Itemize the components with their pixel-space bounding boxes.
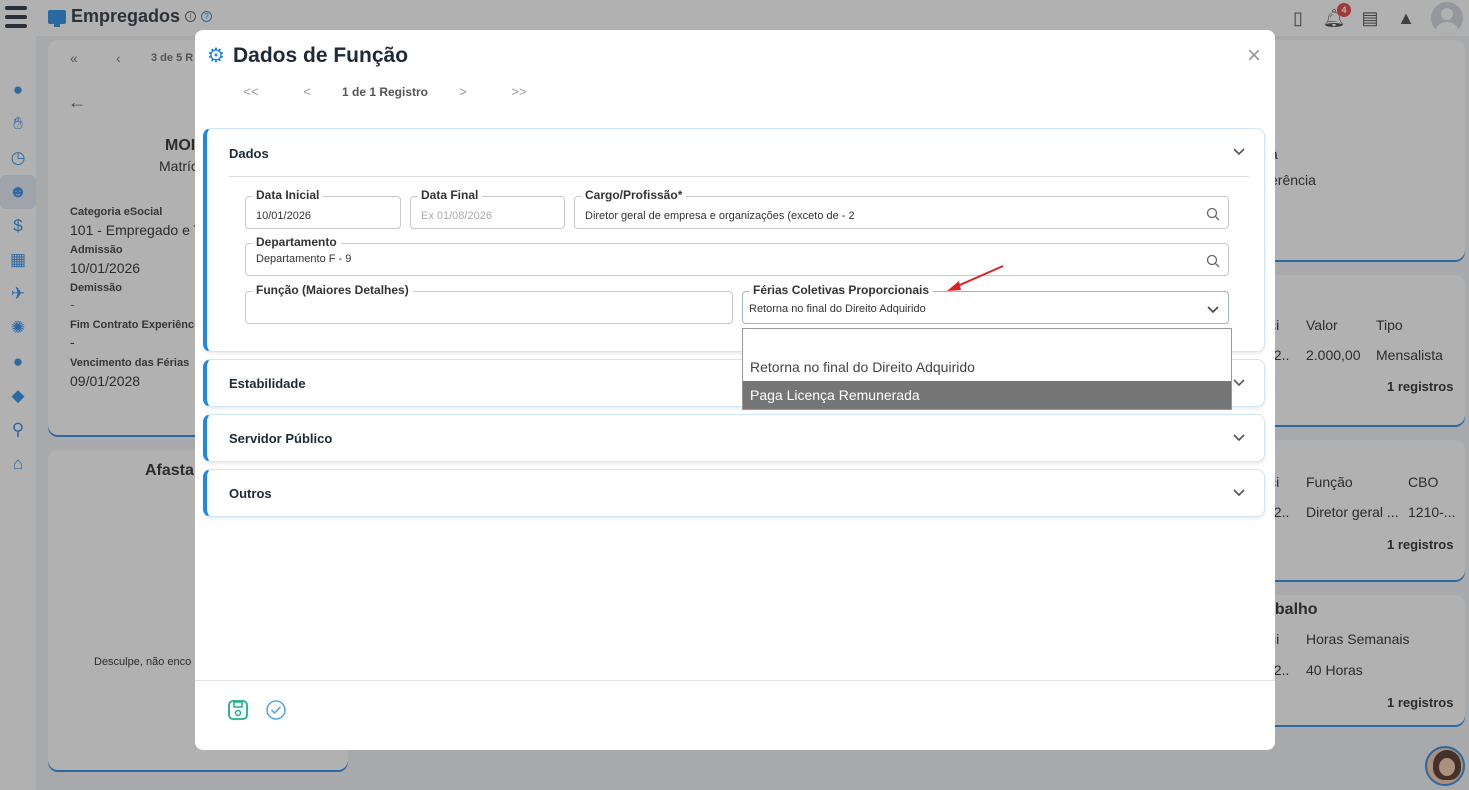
modal-header: ⚙ Dados de Função xyxy=(207,44,408,68)
data-final-label: Data Final xyxy=(417,188,483,202)
chevron-down-icon[interactable] xyxy=(1232,430,1246,444)
ferias-coletivas-select[interactable]: Férias Coletivas Proporcionais Retorna n… xyxy=(742,283,1229,324)
chevron-down-icon[interactable] xyxy=(1232,375,1246,389)
section-outros-title: Outros xyxy=(229,486,272,501)
funcao-detalhes-label: Função (Maiores Detalhes) xyxy=(252,283,413,297)
data-inicial-label: Data Inicial xyxy=(252,188,324,202)
footer-divider xyxy=(195,680,1275,681)
funcao-detalhes-field[interactable]: Função (Maiores Detalhes) xyxy=(245,283,733,324)
modal-title: Dados de Função xyxy=(233,44,409,67)
search-icon[interactable] xyxy=(1206,207,1220,221)
chevron-up-icon[interactable] xyxy=(1232,144,1246,158)
departamento-field[interactable]: Departamento Departamento F - 9 xyxy=(245,235,1229,276)
cargo-field[interactable]: Cargo/Profissão* Diretor geral de empres… xyxy=(574,188,1229,229)
section-dados-title[interactable]: Dados xyxy=(229,146,269,161)
section-divider xyxy=(229,176,1249,177)
section-servidor-title: Servidor Público xyxy=(229,431,333,446)
data-final-placeholder[interactable]: Ex 01/08/2026 xyxy=(421,210,492,222)
search-icon[interactable] xyxy=(1206,254,1220,268)
pager-prev-button[interactable]: < xyxy=(279,84,335,99)
departamento-value[interactable]: Departamento F - 9 xyxy=(256,253,351,265)
departamento-label: Departamento xyxy=(252,235,341,249)
section-estabilidade-title: Estabilidade xyxy=(229,376,306,391)
section-outros[interactable]: Outros xyxy=(203,469,1265,517)
record-pager: << < 1 de 1 Registro > >> xyxy=(223,84,547,99)
option-paga-licenca[interactable]: Paga Licença Remunerada xyxy=(743,381,1231,409)
cargo-label: Cargo/Profissão* xyxy=(581,188,687,202)
ferias-coletivas-label: Férias Coletivas Proporcionais xyxy=(749,283,934,297)
cargo-value[interactable]: Diretor geral de empresa e organizações … xyxy=(585,210,855,222)
pager-last-button[interactable]: >> xyxy=(491,84,547,99)
gear-icon: ⚙ xyxy=(207,45,225,67)
chevron-down-icon[interactable] xyxy=(1232,485,1246,499)
pager-text: 1 de 1 Registro xyxy=(341,84,429,99)
section-servidor-publico[interactable]: Servidor Público xyxy=(203,414,1265,462)
ferias-coletivas-value[interactable]: Retorna no final do Direito Adquirido xyxy=(749,303,926,315)
data-inicial-field[interactable]: Data Inicial 10/01/2026 xyxy=(245,188,401,229)
pager-next-button[interactable]: > xyxy=(435,84,491,99)
data-inicial-value[interactable]: 10/01/2026 xyxy=(256,210,311,222)
data-final-field[interactable]: Data Final Ex 01/08/2026 xyxy=(410,188,565,229)
option-retorna[interactable]: Retorna no final do Direito Adquirido xyxy=(743,353,1231,381)
chevron-down-icon[interactable] xyxy=(1206,302,1220,316)
annotation-arrow xyxy=(947,265,1004,291)
ferias-options-list: Retorna no final do Direito Adquirido Pa… xyxy=(742,328,1232,410)
pager-first-button[interactable]: << xyxy=(223,84,279,99)
save-icon[interactable] xyxy=(227,699,249,721)
confirm-check-icon[interactable] xyxy=(265,699,287,721)
close-icon[interactable]: × xyxy=(1247,42,1261,70)
